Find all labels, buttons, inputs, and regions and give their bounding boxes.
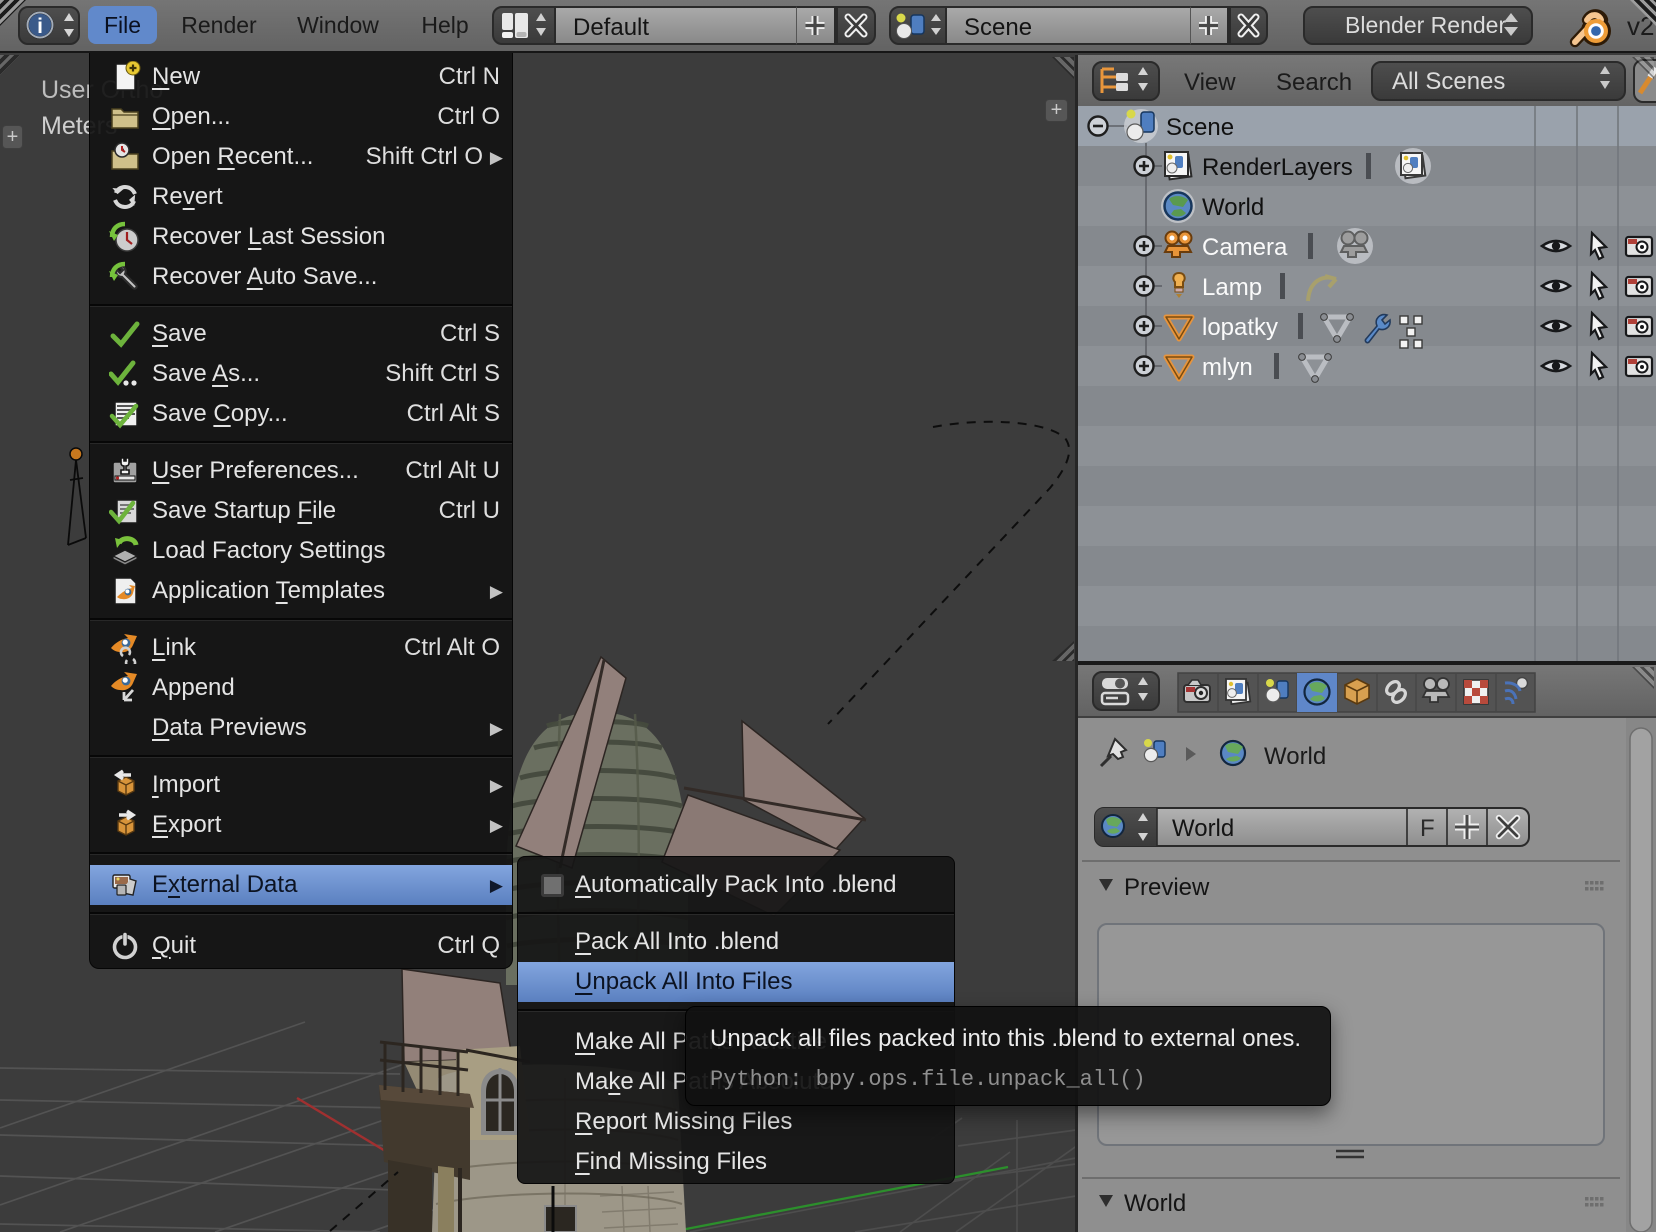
- svg-text:All Scenes: All Scenes: [1392, 68, 1505, 95]
- svg-text:World: World: [1172, 815, 1234, 842]
- svg-text:mlyn: mlyn: [1202, 354, 1253, 381]
- svg-text:F: F: [1420, 815, 1435, 842]
- svg-text:World: World: [1202, 194, 1264, 221]
- svg-text:Search: Search: [1276, 69, 1352, 96]
- svg-text:View: View: [1184, 69, 1236, 96]
- svg-text:i: i: [37, 15, 43, 38]
- svg-text:Lamp: Lamp: [1202, 274, 1262, 301]
- svg-text:RenderLayers: RenderLayers: [1202, 154, 1353, 181]
- svg-text:World: World: [1264, 743, 1326, 770]
- svg-text:Preview: Preview: [1124, 874, 1210, 901]
- svg-text:Camera: Camera: [1202, 234, 1288, 261]
- svg-text:World: World: [1124, 1190, 1186, 1217]
- svg-text:lopatky: lopatky: [1202, 314, 1278, 341]
- svg-text:Scene: Scene: [1166, 114, 1234, 141]
